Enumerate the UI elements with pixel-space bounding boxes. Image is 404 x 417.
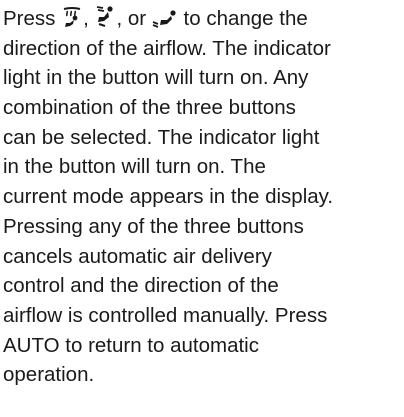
text-line-1: Press , , or to change the <box>3 4 403 34</box>
text-line: current mode appears in the display. <box>3 185 334 209</box>
text-line: combination of the three buttons <box>3 96 296 120</box>
text-line: Pressing any of the three buttons <box>3 214 304 238</box>
airflow-windshield-icon <box>61 7 83 29</box>
line1-sep1: , <box>83 7 95 30</box>
text-line: light in the button will turn on. Any <box>3 66 309 90</box>
document-paragraph: Press , , or to change the direction of … <box>3 4 403 390</box>
airflow-feet-icon <box>152 9 178 29</box>
text-line: can be selected. The indicator light <box>3 125 320 149</box>
text-line: operation. <box>3 363 95 387</box>
airflow-upper-body-icon <box>95 5 117 29</box>
text-line: cancels automatic air delivery <box>3 244 272 268</box>
text-line: in the button will turn on. The <box>3 155 266 179</box>
text-line: AUTO to return to automatic <box>3 333 259 357</box>
line1-suffix: to change the <box>177 7 308 30</box>
line1-prefix: Press <box>3 7 62 30</box>
line1-sep2: , or <box>116 7 152 30</box>
text-line: direction of the airflow. The indicator <box>3 36 331 60</box>
text-line: control and the direction of the <box>3 274 279 298</box>
text-line: airflow is controlled manually. Press <box>3 303 328 327</box>
